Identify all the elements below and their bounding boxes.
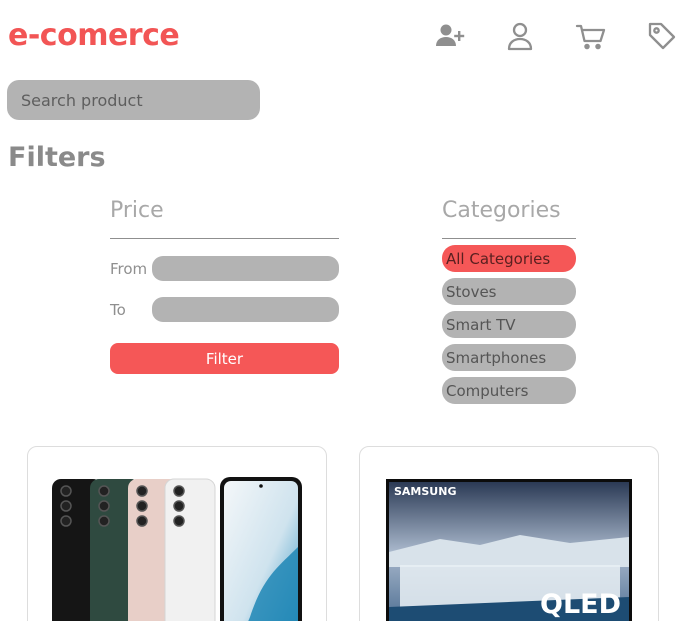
category-stoves[interactable]: Stoves (442, 278, 576, 305)
price-from-input[interactable] (152, 256, 339, 281)
filters-title: Filters (8, 142, 106, 173)
categories-filter: Categories All Categories Stoves Smart T… (442, 198, 576, 410)
product-card-qled-tv[interactable]: SAMSUNG QLED (359, 446, 659, 621)
price-divider (110, 238, 339, 239)
price-to-label: To (110, 301, 126, 319)
category-computers[interactable]: Computers (442, 377, 576, 404)
price-from-row: From (110, 256, 339, 282)
categories-title: Categories (442, 198, 561, 223)
category-smartphones[interactable]: Smartphones (442, 344, 576, 371)
product-card-smartphones[interactable] (27, 446, 327, 621)
tag-icon[interactable] (644, 18, 680, 54)
qled-tv-image: SAMSUNG QLED (386, 479, 632, 621)
category-all[interactable]: All Categories (442, 245, 576, 272)
header-actions (430, 18, 690, 54)
category-list: All Categories Stoves Smart TV Smartphon… (442, 245, 576, 404)
price-title: Price (110, 198, 164, 223)
filter-button[interactable]: Filter (110, 343, 339, 374)
search-input[interactable] (7, 80, 260, 120)
cart-icon[interactable] (573, 18, 609, 54)
category-smart-tv[interactable]: Smart TV (442, 311, 576, 338)
brand-logo[interactable]: e-comerce (8, 18, 180, 53)
categories-divider (442, 238, 576, 239)
price-filter: Price From To (110, 198, 339, 323)
tv-brand-text: SAMSUNG (394, 485, 456, 498)
price-to-row: To (110, 297, 339, 323)
price-to-input[interactable] (152, 297, 339, 322)
user-icon[interactable] (502, 18, 538, 54)
add-user-icon[interactable] (432, 18, 468, 54)
smartphones-image (52, 477, 302, 621)
price-from-label: From (110, 260, 148, 278)
tv-model-text: QLED (540, 589, 621, 620)
